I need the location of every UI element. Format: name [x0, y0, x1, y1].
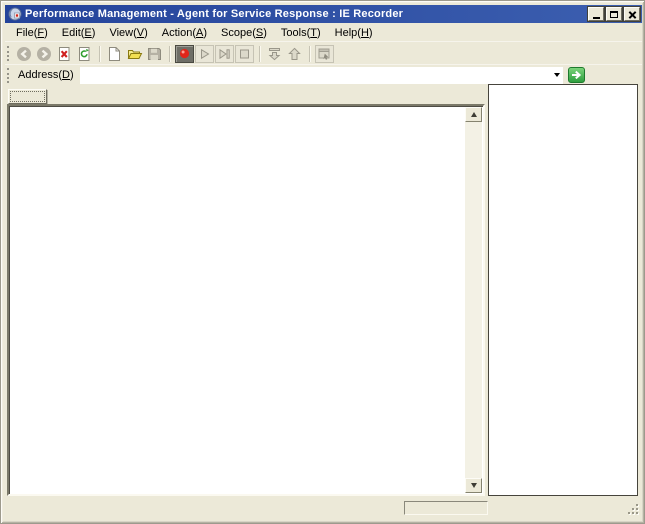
- menu-action[interactable]: Action(A): [155, 26, 214, 40]
- menu-edit-label-end: ): [91, 27, 96, 39]
- menu-view-label: View(: [109, 27, 137, 39]
- move-up-icon: [286, 46, 303, 62]
- toolbar-separator: [169, 45, 171, 62]
- menu-edit-hotkey: E: [84, 27, 92, 39]
- close-button[interactable]: [624, 7, 640, 21]
- back-icon: [16, 46, 33, 62]
- resize-grip[interactable]: [628, 504, 640, 516]
- step-button[interactable]: [215, 44, 234, 63]
- status-field: [404, 501, 488, 515]
- addressbar: Address(D): [5, 64, 642, 85]
- maximize-icon: [610, 10, 618, 18]
- menu-view[interactable]: View(V): [102, 26, 154, 40]
- menu-scope-label: Scope(: [221, 27, 256, 39]
- stop-page-icon: [56, 46, 73, 62]
- window-controls: [588, 7, 640, 21]
- move-up-button[interactable]: [285, 45, 304, 63]
- scroll-down-button[interactable]: [465, 478, 482, 493]
- forward-icon: [36, 46, 53, 62]
- scrollbar-track[interactable]: [465, 122, 482, 478]
- address-label-text: Address(: [18, 69, 63, 81]
- step-icon: [216, 46, 233, 62]
- address-label: Address(D): [18, 69, 74, 81]
- address-label-end: ): [69, 69, 74, 81]
- menu-tools-label-end: ): [316, 27, 321, 39]
- new-page-icon: [106, 46, 123, 62]
- capture-icon: [316, 46, 333, 62]
- toolbar-grip[interactable]: [7, 46, 10, 61]
- address-combobox: [79, 66, 563, 84]
- chevron-down-icon: [554, 73, 560, 77]
- save-button[interactable]: [145, 45, 164, 63]
- menu-action-label: Action(: [161, 27, 197, 39]
- menu-help-label-end: ): [368, 27, 373, 39]
- menu-view-label-end: ): [144, 27, 148, 39]
- back-button[interactable]: [15, 45, 34, 63]
- address-label-hotkey: D: [62, 69, 70, 81]
- address-dropdown-button[interactable]: [551, 67, 563, 84]
- addressbar-grip[interactable]: [7, 67, 10, 83]
- menu-view-hotkey: V: [136, 27, 145, 39]
- menu-file-label: File(: [16, 27, 38, 39]
- scroll-up-button[interactable]: [465, 107, 482, 122]
- titlebar: Performance Management - Agent for Servi…: [5, 5, 642, 23]
- menu-help-hotkey: H: [360, 27, 369, 39]
- refresh-page-icon: [76, 46, 93, 62]
- tab-focus-rect: [10, 91, 45, 102]
- addressbar-spacer: [585, 75, 642, 76]
- minimize-icon: [592, 16, 600, 19]
- open-folder-icon: [126, 46, 143, 62]
- statusbar: [5, 499, 642, 517]
- menu-scope-label-end: ): [263, 27, 267, 39]
- window-title: Performance Management - Agent for Servi…: [25, 8, 404, 20]
- save-icon: [146, 46, 163, 62]
- forward-button[interactable]: [35, 45, 54, 63]
- scroll-down-icon: [470, 483, 477, 488]
- menu-tools-label: Tools(: [280, 27, 311, 39]
- toolbar-separator: [99, 45, 101, 62]
- menu-tools-hotkey: T: [310, 27, 317, 39]
- refresh-button[interactable]: [75, 45, 94, 63]
- move-down-icon: [266, 46, 283, 62]
- capture-button[interactable]: [315, 44, 334, 63]
- menu-help-label: Help(: [334, 27, 361, 39]
- app-icon[interactable]: [8, 7, 22, 21]
- main-content-panel: [7, 104, 485, 496]
- vertical-scrollbar[interactable]: [465, 107, 482, 493]
- open-button[interactable]: [125, 45, 144, 63]
- minimize-button[interactable]: [588, 7, 604, 21]
- menu-file[interactable]: File(F): [9, 26, 55, 40]
- menu-action-label-end: ): [203, 27, 208, 39]
- toolbar-separator: [309, 45, 311, 62]
- app-window: Performance Management - Agent for Servi…: [0, 0, 645, 524]
- record-icon: [176, 46, 193, 62]
- play-button[interactable]: [195, 44, 214, 63]
- go-button[interactable]: [568, 67, 585, 83]
- menu-file-label-end: ): [44, 27, 48, 39]
- record-button[interactable]: [175, 44, 194, 63]
- side-panel: [488, 84, 638, 496]
- menu-tools[interactable]: Tools(T): [274, 26, 328, 40]
- stop-navigation-button[interactable]: [55, 45, 74, 63]
- menu-scope[interactable]: Scope(S): [214, 26, 274, 40]
- scroll-up-icon: [470, 112, 477, 117]
- play-icon: [196, 46, 213, 62]
- move-down-button[interactable]: [265, 45, 284, 63]
- close-icon: [628, 10, 637, 19]
- toolbar: [5, 43, 642, 64]
- content-tab-button[interactable]: [8, 89, 47, 104]
- menu-edit-label: Edit(: [61, 27, 85, 39]
- menubar: File(F) Edit(E) View(V) Action(A) Scope(…: [5, 25, 642, 42]
- new-document-button[interactable]: [105, 45, 124, 63]
- address-input[interactable]: [79, 67, 551, 83]
- toolbar-separator: [259, 45, 261, 62]
- maximize-button[interactable]: [606, 7, 622, 21]
- stop-icon: [236, 46, 253, 62]
- menu-edit[interactable]: Edit(E): [55, 26, 103, 40]
- stop-recording-button[interactable]: [235, 44, 254, 63]
- menu-help[interactable]: Help(H): [328, 26, 380, 40]
- go-arrow-icon: [571, 68, 582, 83]
